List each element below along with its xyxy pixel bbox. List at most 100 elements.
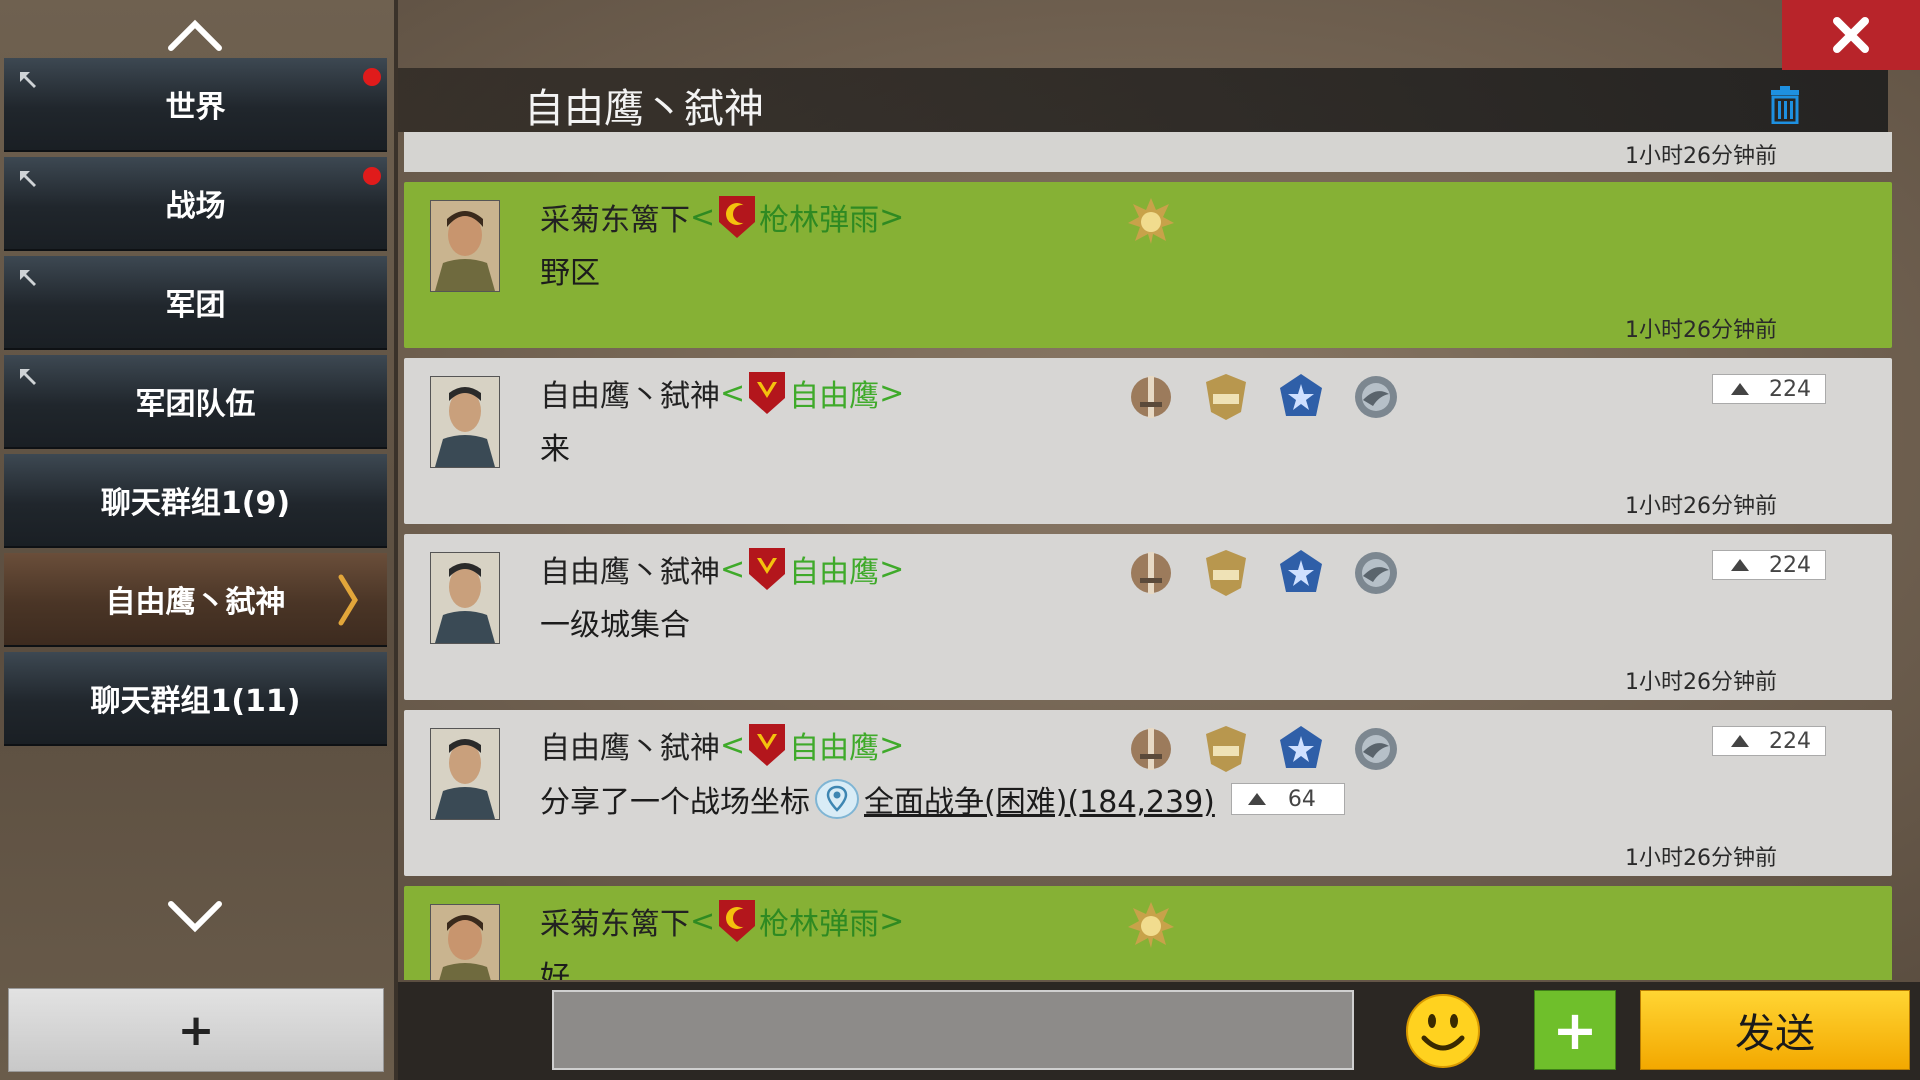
page-title: 自由鹰丶弑神: [524, 86, 764, 132]
power-value: 224: [1769, 728, 1811, 754]
star-medal-icon[interactable]: [1276, 548, 1326, 598]
avatar[interactable]: [430, 376, 500, 468]
sender-line: 采菊东篱下 < 枪林弹雨 >: [540, 194, 904, 240]
avatar[interactable]: [430, 552, 500, 644]
tab-legion-team[interactable]: 军团队伍: [4, 355, 387, 449]
tab-chat-group-9[interactable]: 聊天群组1(9): [4, 454, 387, 548]
message-row: 采菊东篱下 < 枪林弹雨 > 野区 1小时26分钟前: [404, 182, 1892, 348]
guild-name[interactable]: 枪林弹雨: [759, 195, 879, 239]
tab-label: 世界: [165, 90, 226, 125]
sidebar-divider: [394, 0, 398, 1080]
eagle-medal-icon[interactable]: [1201, 548, 1251, 598]
wing-medal-icon[interactable]: [1351, 372, 1401, 422]
tab-label: 自由鹰丶弑神: [105, 585, 286, 620]
power-badge: 224: [1712, 550, 1826, 580]
sword-medal-icon[interactable]: [1126, 724, 1176, 774]
chat-input[interactable]: [552, 990, 1354, 1070]
wing-medal-icon[interactable]: [1351, 724, 1401, 774]
wing-medal-icon[interactable]: [1351, 548, 1401, 598]
message-text: 来: [540, 432, 570, 467]
chevron-close: >: [879, 727, 905, 763]
tab-private-chat-active[interactable]: 自由鹰丶弑神: [4, 553, 387, 647]
location-pin-icon: [815, 779, 859, 819]
scroll-up-icon[interactable]: [165, 14, 225, 54]
sun-medal-icon[interactable]: [1126, 196, 1176, 246]
message-text: 分享了一个战场坐标 全面战争(困难)(184,239) 64: [540, 776, 1345, 822]
chevron-open: <: [720, 375, 746, 411]
pin-icon[interactable]: [16, 266, 44, 294]
player-name[interactable]: 自由鹰丶弑神: [540, 547, 720, 591]
close-button[interactable]: [1782, 0, 1920, 70]
power-badge: 224: [1712, 726, 1826, 756]
coordinate-link[interactable]: 全面战争(困难)(184,239): [864, 777, 1215, 821]
message-row-partial: 1小时26分钟前: [404, 132, 1892, 172]
legion-shield-icon: [749, 372, 786, 414]
power-badge: 224: [1712, 374, 1826, 404]
star-medal-icon[interactable]: [1276, 724, 1326, 774]
guild-name[interactable]: 自由鹰: [789, 547, 879, 591]
unread-dot: [363, 68, 381, 86]
share-text: 分享了一个战场坐标: [540, 785, 810, 820]
chevron-open: <: [690, 199, 716, 235]
close-icon: [1833, 17, 1869, 53]
trash-icon[interactable]: [1767, 86, 1803, 124]
smiley-icon[interactable]: [1404, 992, 1482, 1070]
add-chat-button[interactable]: +: [8, 988, 384, 1072]
avatar[interactable]: [430, 728, 500, 820]
message-time: 1小时26分钟前: [1625, 846, 1777, 871]
sword-medal-icon[interactable]: [1126, 372, 1176, 422]
legion-shield-icon: [749, 724, 786, 766]
player-name[interactable]: 采菊东篱下: [540, 899, 690, 943]
message-row: 自由鹰丶弑神 < 自由鹰 > 224 分享了一个战场坐标 全面战争(困难)(18…: [404, 710, 1892, 876]
attach-button[interactable]: +: [1534, 990, 1616, 1070]
chevron-right-icon: [338, 574, 358, 626]
message-list[interactable]: 1小时26分钟前 采菊东篱下 < 枪林弹雨 > 野区 1小时26分钟前 自由鹰丶…: [404, 132, 1892, 980]
message-time: 1小时26分钟前: [1625, 318, 1777, 343]
sun-medal-icon[interactable]: [1126, 900, 1176, 950]
pin-icon[interactable]: [16, 167, 44, 195]
legion-shield-icon: [719, 900, 756, 942]
tab-label: 战场: [165, 189, 226, 224]
tab-label: 军团: [165, 288, 226, 323]
tab-label: 聊天群组1(11): [90, 684, 301, 719]
pin-icon[interactable]: [16, 365, 44, 393]
chevron-close: >: [879, 551, 905, 587]
eagle-medal-icon[interactable]: [1201, 372, 1251, 422]
eagle-medal-icon[interactable]: [1201, 724, 1251, 774]
chevron-close: >: [879, 199, 905, 235]
avatar[interactable]: [430, 904, 500, 980]
tab-battlefield[interactable]: 战场: [4, 157, 387, 251]
sender-line: 采菊东篱下 < 枪林弹雨 >: [540, 898, 904, 944]
player-name[interactable]: 自由鹰丶弑神: [540, 723, 720, 767]
avatar[interactable]: [430, 200, 500, 292]
power-value: 224: [1769, 376, 1811, 402]
coordinate-power-value: 64: [1287, 786, 1316, 812]
player-name[interactable]: 采菊东篱下: [540, 195, 690, 239]
scroll-down-icon[interactable]: [165, 896, 225, 936]
player-name[interactable]: 自由鹰丶弑神: [540, 371, 720, 415]
tab-label: 聊天群组1(9): [100, 486, 291, 521]
chevron-open: <: [720, 727, 746, 763]
guild-name[interactable]: 自由鹰: [789, 723, 879, 767]
guild-name[interactable]: 枪林弹雨: [759, 899, 879, 943]
rank-triangle-icon: [1731, 559, 1749, 571]
rank-triangle-icon: [1731, 735, 1749, 747]
chevron-close: >: [879, 375, 905, 411]
tab-world[interactable]: 世界: [4, 58, 387, 152]
sword-medal-icon[interactable]: [1126, 548, 1176, 598]
message-time: 1小时26分钟前: [1625, 670, 1777, 695]
pin-icon[interactable]: [16, 68, 44, 96]
coordinate-power-badge: 64: [1230, 783, 1345, 815]
sender-line: 自由鹰丶弑神 < 自由鹰 >: [540, 722, 904, 768]
tab-legion[interactable]: 军团: [4, 256, 387, 350]
message-row: 采菊东篱下 < 枪林弹雨 > 好: [404, 886, 1892, 980]
star-medal-icon[interactable]: [1276, 372, 1326, 422]
chevron-open: <: [690, 903, 716, 939]
unread-dot: [363, 167, 381, 185]
message-row: 自由鹰丶弑神 < 自由鹰 > 224 一级城集合 1小时26分钟前: [404, 534, 1892, 700]
sender-line: 自由鹰丶弑神 < 自由鹰 >: [540, 546, 904, 592]
tab-chat-group-11[interactable]: 聊天群组1(11): [4, 652, 387, 746]
send-button[interactable]: 发送: [1640, 990, 1910, 1070]
rank-triangle-icon: [1247, 793, 1266, 805]
guild-name[interactable]: 自由鹰: [789, 371, 879, 415]
